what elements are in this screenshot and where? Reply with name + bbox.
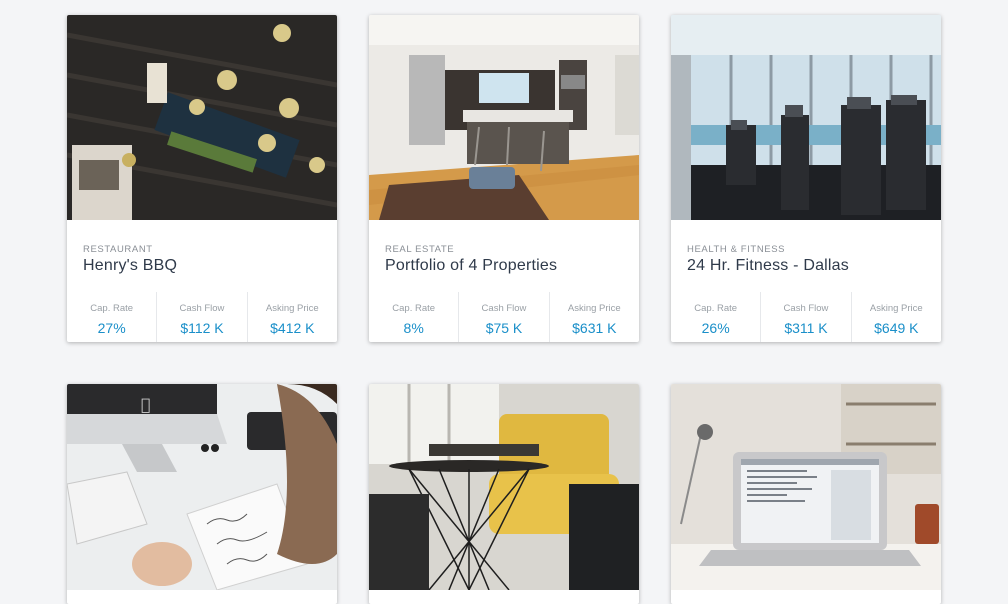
stat-cash-flow: Cash Flow $112 K (156, 292, 246, 342)
listing-card[interactable]: HEALTH & FITNESS 24 Hr. Fitness - Dallas… (671, 15, 941, 342)
listing-title[interactable]: Henry's BBQ (83, 257, 177, 275)
stat-asking-price: Asking Price $649 K (850, 292, 941, 342)
svg-text::  (141, 395, 151, 414)
gym-photo (671, 15, 941, 220)
living-room-photo (369, 384, 639, 590)
stat-cap-rate: Cap. Rate 27% (67, 292, 156, 342)
listing-title[interactable]: 24 Hr. Fitness - Dallas (687, 257, 849, 275)
stat-label: Asking Price (265, 303, 319, 314)
restaurant-photo (67, 15, 337, 220)
listing-stats: Cap. Rate 27% Cash Flow $112 K Asking Pr… (67, 292, 337, 342)
stat-label: Cap. Rate (392, 303, 436, 314)
listing-category: HEALTH & FITNESS (687, 244, 786, 255)
stat-cash-flow: Cash Flow $311 K (760, 292, 850, 342)
stat-label: Cash Flow (179, 303, 225, 314)
stat-label: Cap. Rate (694, 303, 738, 314)
stat-value: 8% (403, 320, 424, 336)
stat-label: Cash Flow (783, 303, 829, 314)
listing-card[interactable] (671, 384, 941, 604)
listing-stats: Cap. Rate 8% Cash Flow $75 K Asking Pric… (369, 292, 639, 342)
office-writing-photo:  (67, 384, 337, 590)
stat-cap-rate: Cap. Rate 8% (369, 292, 458, 342)
stat-label: Cash Flow (481, 303, 527, 314)
listing-title[interactable]: Portfolio of 4 Properties (385, 257, 557, 275)
stat-value: $75 K (485, 320, 523, 336)
stat-cap-rate: Cap. Rate 26% (671, 292, 760, 342)
stat-value: $112 K (180, 320, 224, 336)
stat-value: $412 K (270, 320, 315, 336)
stat-label: Asking Price (869, 303, 923, 314)
stat-value: 27% (97, 320, 126, 336)
listing-card[interactable]:  (67, 384, 337, 604)
listing-card[interactable]: REAL ESTATE Portfolio of 4 Properties Ca… (369, 15, 639, 342)
stat-asking-price: Asking Price $412 K (246, 292, 337, 342)
kitchen-photo (369, 15, 639, 220)
stat-value: 26% (701, 320, 730, 336)
stat-label: Asking Price (567, 303, 621, 314)
listing-stats: Cap. Rate 26% Cash Flow $311 K Asking Pr… (671, 292, 941, 342)
stat-value: $649 K (874, 320, 919, 336)
stat-value: $311 K (784, 320, 828, 336)
listing-card[interactable] (369, 384, 639, 604)
stat-label: Cap. Rate (90, 303, 134, 314)
laptop-desk-photo (671, 384, 941, 590)
listing-card[interactable]: RESTAURANT Henry's BBQ Cap. Rate 27% Cas… (67, 15, 337, 342)
stat-asking-price: Asking Price $631 K (548, 292, 639, 342)
listing-category: REAL ESTATE (385, 244, 455, 255)
stat-cash-flow: Cash Flow $75 K (458, 292, 548, 342)
listing-category: RESTAURANT (83, 244, 153, 255)
stat-value: $631 K (572, 320, 617, 336)
